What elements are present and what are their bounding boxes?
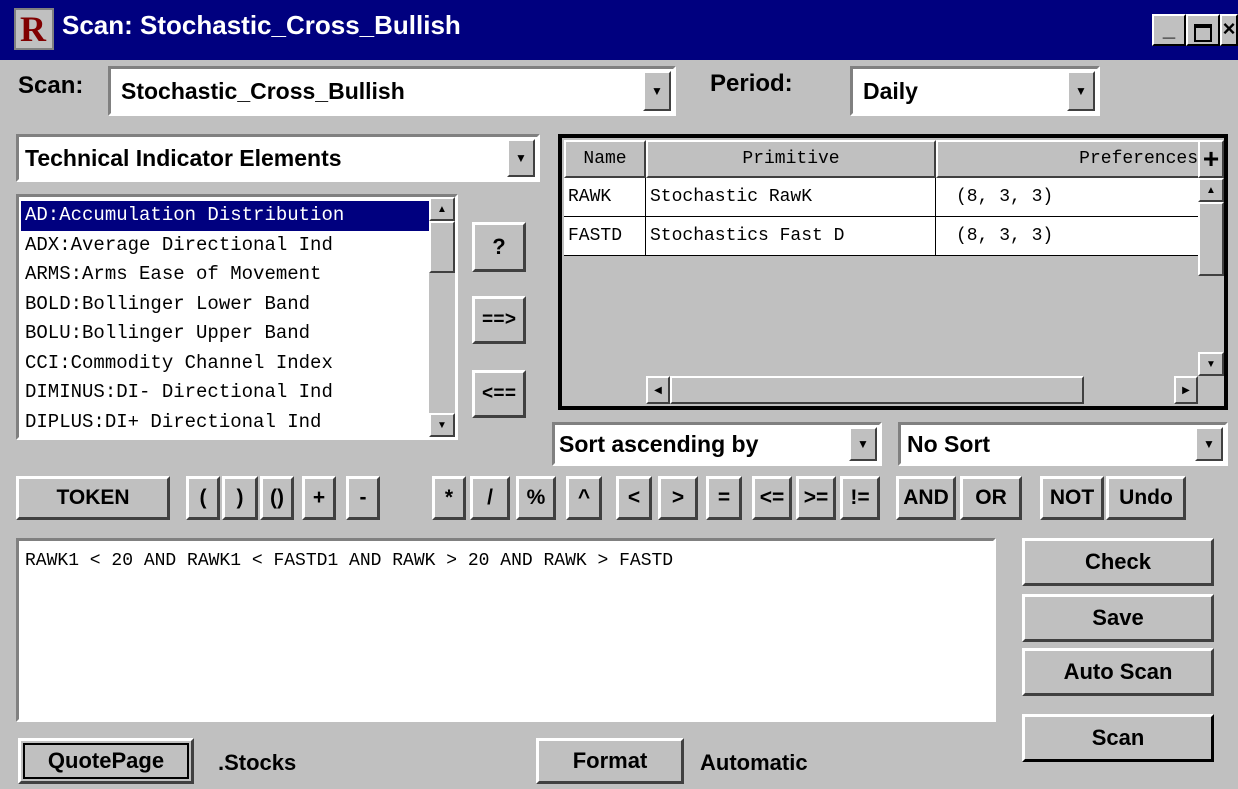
scroll-down-icon[interactable]: ▼ [429, 413, 455, 437]
power-token-button[interactable]: ^ [566, 476, 602, 520]
app-icon[interactable]: R [14, 8, 54, 50]
add-element-button[interactable]: ==> [472, 296, 526, 344]
scroll-right-icon[interactable]: ▶ [1174, 376, 1198, 404]
less-equal-token-button[interactable]: <= [752, 476, 792, 520]
parens-token-button[interactable]: () [260, 476, 294, 520]
help-button[interactable]: ? [472, 222, 526, 272]
sort-order-select[interactable]: Sort ascending by ▼ [552, 422, 882, 466]
close-icon: × [1222, 16, 1236, 41]
check-button[interactable]: Check [1022, 538, 1214, 586]
grid-cell-primitive[interactable]: Stochastic RawK [646, 178, 936, 217]
greater-equal-token-button[interactable]: >= [796, 476, 836, 520]
period-select-value: Daily [863, 77, 918, 104]
scan-select-value: Stochastic_Cross_Bullish [121, 77, 405, 104]
close-button[interactable]: × [1220, 14, 1238, 46]
scroll-left-icon[interactable]: ◀ [646, 376, 670, 404]
add-column-icon[interactable]: + [1198, 140, 1224, 178]
indicator-list[interactable]: AD:Accumulation Distribution ADX:Average … [16, 194, 458, 440]
not-equal-token-button[interactable]: != [840, 476, 880, 520]
not-token-button[interactable]: NOT [1040, 476, 1104, 520]
close-paren-token-button[interactable]: ) [222, 476, 258, 520]
undo-token-button[interactable]: Undo [1106, 476, 1186, 520]
expression-editor[interactable]: RAWK1 < 20 AND RAWK1 < FASTD1 AND RAWK >… [16, 538, 996, 722]
grid-cell-name[interactable]: RAWK [564, 178, 646, 217]
indicator-list-item[interactable]: BOLD:Bollinger Lower Band [21, 290, 429, 320]
elements-grid[interactable]: Name Primitive Preferences + RAWK Stochas… [558, 134, 1228, 410]
scroll-thumb[interactable] [429, 221, 455, 273]
stocks-label: .Stocks [218, 750, 297, 775]
indicator-list-item[interactable]: ARMS:Arms Ease of Movement [21, 260, 429, 290]
scan-select[interactable]: Stochastic_Cross_Bullish ▼ [108, 66, 676, 116]
sort-field-value: No Sort [907, 430, 991, 457]
modulo-token-button[interactable]: % [516, 476, 556, 520]
indicator-list-item[interactable]: CCI:Commodity Channel Index [21, 349, 429, 379]
grid-cell-primitive[interactable]: Stochastics Fast D [646, 217, 936, 256]
minimize-button[interactable]: _ [1152, 14, 1186, 46]
grid-header-preferences[interactable]: Preferences [936, 140, 1200, 178]
or-token-button[interactable]: OR [960, 476, 1022, 520]
and-token-button[interactable]: AND [896, 476, 956, 520]
open-paren-token-button[interactable]: ( [186, 476, 220, 520]
chevron-down-icon[interactable]: ▼ [1195, 427, 1223, 461]
remove-element-button[interactable]: <== [472, 370, 526, 418]
grid-cell-preferences[interactable]: (8, 3, 3) [936, 178, 1200, 217]
elements-select-value: Technical Indicator Elements [25, 144, 342, 171]
equals-token-button[interactable]: = [706, 476, 742, 520]
period-select[interactable]: Daily ▼ [850, 66, 1100, 116]
grid-horizontal-scrollbar[interactable]: ◀ ▶ [646, 376, 1198, 404]
chevron-down-icon[interactable]: ▼ [1067, 71, 1095, 111]
plus-token-button[interactable]: + [302, 476, 336, 520]
token-token-button[interactable]: TOKEN [16, 476, 170, 520]
scroll-down-icon[interactable]: ▼ [1198, 352, 1224, 376]
minus-token-button[interactable]: - [346, 476, 380, 520]
minimize-icon: _ [1162, 16, 1176, 41]
grid-cell-name[interactable]: FASTD [564, 217, 646, 256]
indicator-list-item[interactable]: BOLU:Bollinger Upper Band [21, 319, 429, 349]
expression-text[interactable]: RAWK1 < 20 AND RAWK1 < FASTD1 AND RAWK >… [25, 551, 987, 571]
elements-select[interactable]: Technical Indicator Elements ▼ [16, 134, 540, 182]
format-button[interactable]: Format [536, 738, 684, 784]
sort-order-value: Sort ascending by [559, 430, 759, 457]
scroll-thumb[interactable] [670, 376, 1084, 404]
scroll-thumb[interactable] [1198, 202, 1224, 276]
sort-field-select[interactable]: No Sort ▼ [898, 422, 1228, 466]
grid-vertical-scrollbar[interactable]: ▲ ▼ [1198, 178, 1224, 376]
scan-button[interactable]: Scan [1022, 714, 1214, 762]
indicator-list-scrollbar[interactable]: ▲ ▼ [429, 197, 455, 437]
quotepage-button[interactable]: QuotePage [18, 738, 194, 784]
scroll-up-icon[interactable]: ▲ [1198, 178, 1224, 202]
grid-cell-preferences[interactable]: (8, 3, 3) [936, 217, 1200, 256]
grid-header-primitive[interactable]: Primitive [646, 140, 936, 178]
maximize-button[interactable] [1186, 14, 1220, 46]
indicator-list-item[interactable]: DIPLUS:DI+ Directional Ind [21, 408, 429, 438]
multiply-token-button[interactable]: * [432, 476, 466, 520]
scan-label: Scan: [18, 72, 84, 99]
grid-header-name[interactable]: Name [564, 140, 646, 178]
scroll-up-icon[interactable]: ▲ [429, 197, 455, 221]
indicator-list-item[interactable]: ADX:Average Directional Ind [21, 231, 429, 261]
format-value-label: Automatic [700, 750, 808, 775]
auto-scan-button[interactable]: Auto Scan [1022, 648, 1214, 696]
chevron-down-icon[interactable]: ▼ [507, 139, 535, 177]
indicator-list-item[interactable]: AD:Accumulation Distribution [21, 201, 429, 231]
save-button[interactable]: Save [1022, 594, 1214, 642]
maximize-icon [1194, 24, 1212, 42]
indicator-list-item[interactable]: DIMINUS:DI- Directional Ind [21, 378, 429, 408]
period-label: Period: [710, 70, 793, 97]
less-than-token-button[interactable]: < [616, 476, 652, 520]
greater-than-token-button[interactable]: > [658, 476, 698, 520]
window-title: Scan: Stochastic_Cross_Bullish [62, 10, 461, 40]
chevron-down-icon[interactable]: ▼ [849, 427, 877, 461]
divide-token-button[interactable]: / [470, 476, 510, 520]
chevron-down-icon[interactable]: ▼ [643, 71, 671, 111]
